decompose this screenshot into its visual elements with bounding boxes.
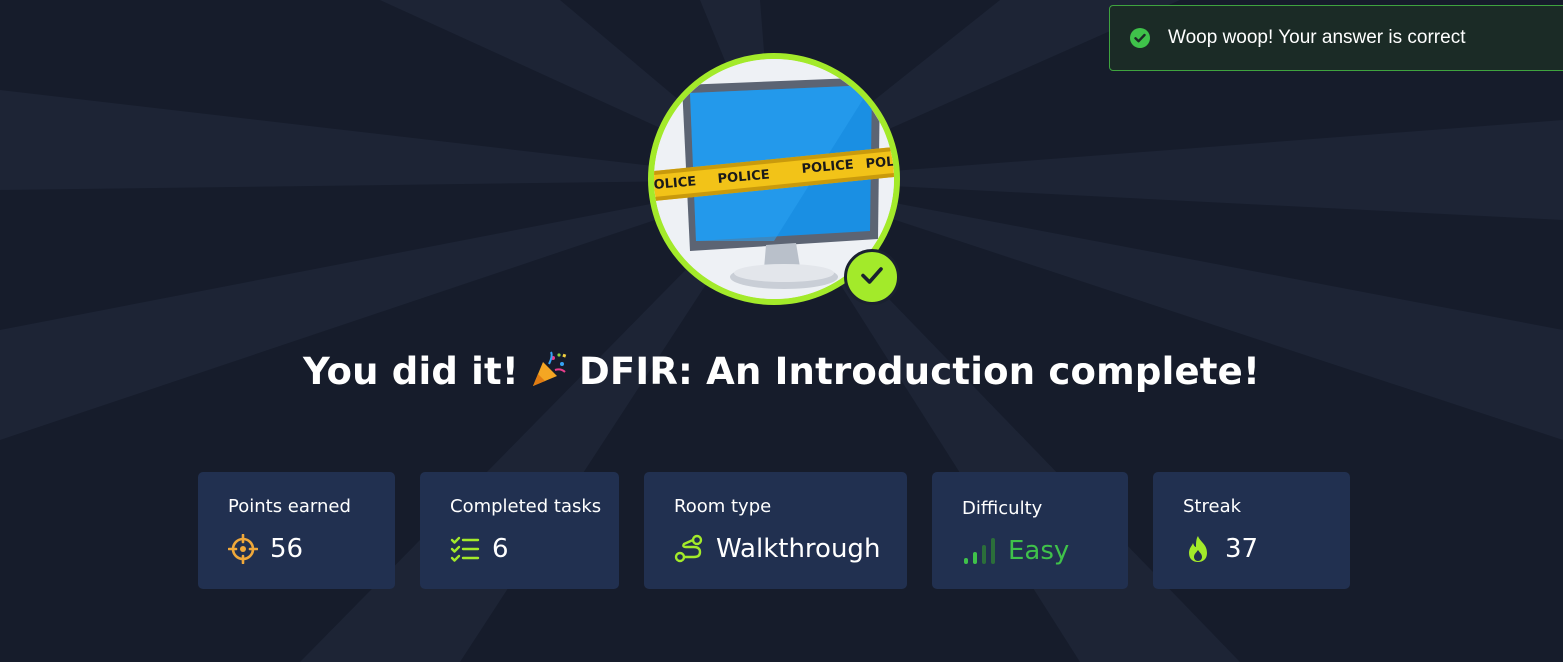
stat-label-difficulty: Difficulty: [962, 498, 1043, 519]
stat-label-room-type: Room type: [674, 496, 772, 517]
stat-label-streak: Streak: [1183, 496, 1242, 517]
completed-badge: [844, 249, 900, 305]
headline-prefix: You did it!: [302, 350, 519, 393]
stat-card-streak: Streak 37: [1153, 472, 1350, 589]
completion-headline: You did it! DFIR: An Introduction comple…: [0, 350, 1563, 393]
stat-card-difficulty: Difficulty Easy: [932, 472, 1128, 589]
room-badge: OLICE POLICE POLICE POLI: [648, 53, 900, 305]
flame-icon: [1183, 534, 1213, 564]
check-circle-icon: [1130, 28, 1150, 48]
stat-value-room-type: Walkthrough: [716, 534, 881, 564]
target-icon: [227, 533, 259, 565]
stat-card-room-type: Room type Walkthrough: [644, 472, 907, 589]
check-icon: [858, 261, 886, 293]
signal-bars-icon: [962, 536, 998, 566]
stat-value-tasks: 6: [492, 534, 509, 564]
stat-card-tasks: Completed tasks 6: [420, 472, 619, 589]
room-completion-title: DFIR: An Introduction complete!: [578, 350, 1261, 393]
toast-message: Woop woop! Your answer is correct: [1168, 27, 1466, 48]
stat-value-streak: 37: [1225, 534, 1259, 564]
stat-card-points: Points earned 56: [198, 472, 395, 589]
svg-text:POLI: POLI: [865, 154, 894, 172]
route-icon: [674, 534, 704, 564]
party-popper-icon: [529, 350, 569, 390]
checklist-icon: [450, 534, 480, 564]
stat-label-points: Points earned: [228, 496, 351, 517]
stat-value-points: 56: [270, 534, 304, 564]
success-toast[interactable]: Woop woop! Your answer is correct: [1109, 5, 1563, 71]
stat-label-tasks: Completed tasks: [450, 496, 602, 517]
stat-value-difficulty: Easy: [1008, 536, 1070, 566]
